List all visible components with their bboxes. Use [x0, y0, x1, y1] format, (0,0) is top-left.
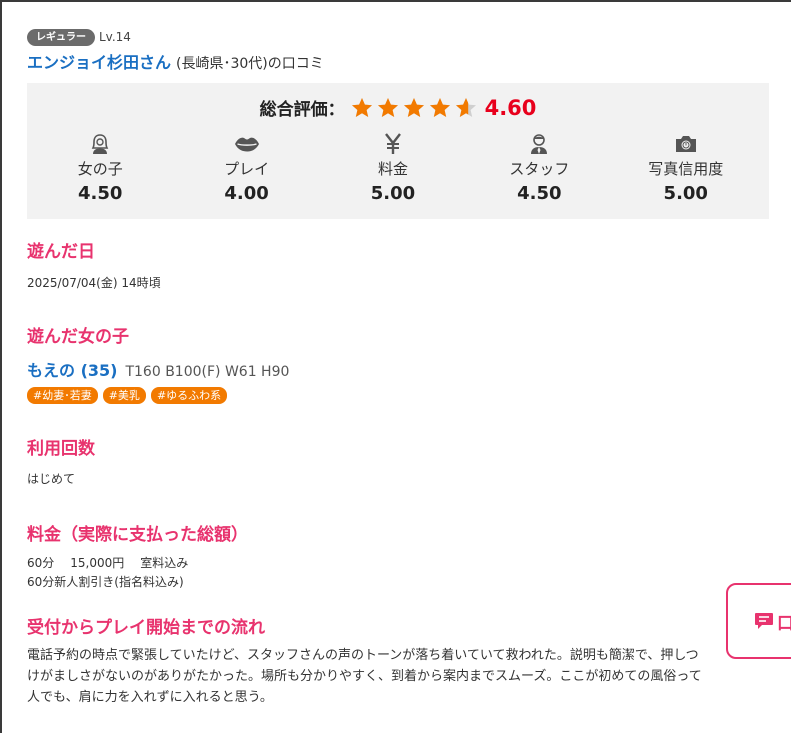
sub-rating-score: 5.00 [663, 183, 708, 204]
star-icon [403, 97, 424, 117]
write-review-float-button[interactable]: 口 [726, 583, 791, 659]
flow-text-line: けがましさがないのがありがたかった。場所も分かりやすく、到着から案内までスムーズ… [27, 669, 702, 684]
star-icon [377, 97, 398, 117]
price-detail: 60分 15,000円 室料込み [27, 554, 769, 573]
sub-rating-play: プレイ 4.00 [173, 133, 319, 204]
rank-badge: レギュラー [27, 28, 95, 46]
price-amount: 15,000円 [70, 556, 125, 570]
price-room: 室料込み [140, 556, 189, 570]
section-title: 遊んだ女の子 [27, 327, 129, 347]
flow-text-line: 電話予約の時点で緊張していたけど、スタッフさんの声のトーンが落ち着いていて救われ… [27, 648, 699, 663]
reviewer-line: エンジョイ杉田さん (長崎県･30代)の口コミ [27, 49, 769, 73]
sub-rating-label: プレイ [224, 160, 270, 178]
tag[interactable]: #美乳 [102, 387, 146, 404]
sub-rating-staff: スタッフ 4.50 [466, 133, 612, 204]
reviewer-meta: レギュラー Lv.14 [27, 28, 769, 46]
sub-rating-label: 料金 [377, 160, 408, 178]
girl-tags: #幼妻･若妻 #美乳 #ゆるふわ系 [27, 387, 769, 404]
girl-section: 遊んだ女の子 もえの (35) T160 B100(F) W61 H90 #幼妻… [27, 327, 769, 404]
price-note: 60分新人割引き(指名料込み) [27, 575, 184, 589]
section-title: 利用回数 [27, 439, 95, 459]
section-title: 受付からプレイ開始までの流れ [27, 618, 265, 638]
flow-text: 電話予約の時点で緊張していたけど、スタッフさんの声のトーンが落ち着いていて救われ… [27, 645, 769, 708]
girl-name-link[interactable]: もえの (35) [27, 357, 117, 381]
sub-rating-score: 4.50 [77, 183, 123, 204]
star-icon [429, 97, 450, 117]
sub-ratings: 女の子 4.50 プレイ 4.00 料金 5.00 スタッフ 4.50 写真信用… [27, 133, 769, 204]
sub-rating-label: 写真信用度 [648, 160, 724, 178]
visit-date-section: 遊んだ日 2025/07/04(金) 14時頃 [27, 242, 769, 293]
review-page: レギュラー Lv.14 エンジョイ杉田さん (長崎県･30代)の口コミ 総合評価… [0, 0, 791, 733]
comment-icon [755, 613, 773, 629]
sub-rating-girl: 女の子 4.50 [27, 133, 173, 204]
overall-score: 4.60 [484, 95, 537, 120]
star-rating [351, 97, 481, 119]
sub-rating-photo: 写真信用度 5.00 [613, 133, 759, 204]
reviewer-info: (長崎県･30代)の口コミ [176, 56, 324, 72]
camera-icon [613, 133, 759, 155]
usage-count: はじめて [27, 472, 76, 486]
girl-line: もえの (35) T160 B100(F) W61 H90 [27, 357, 769, 381]
overall-rating: 総合評価： 4.60 [27, 95, 769, 121]
sub-rating-score: 4.00 [224, 183, 269, 204]
staff-icon [466, 133, 612, 155]
flow-section: 受付からプレイ開始までの流れ 電話予約の時点で緊張していたけど、スタッフさんの声… [27, 618, 769, 708]
tag[interactable]: #ゆるふわ系 [150, 387, 228, 404]
star-icon [351, 97, 372, 117]
overall-label: 総合評価： [259, 100, 345, 120]
girl-icon [27, 133, 173, 155]
float-button-label: 口 [777, 609, 791, 634]
visit-date: 2025/07/04(金) 14時頃 [27, 276, 161, 290]
sub-rating-score: 4.50 [517, 183, 562, 204]
flow-text-line: 人でも、肩に力を入れずに入れると思う。 [27, 690, 273, 705]
price-duration: 60分 [27, 556, 55, 570]
sub-rating-price: 料金 5.00 [320, 133, 466, 204]
section-title: 料金（実際に支払った総額） [27, 525, 248, 545]
review-content: レギュラー Lv.14 エンジョイ杉田さん (長崎県･30代)の口コミ 総合評価… [27, 28, 769, 708]
price-section: 料金（実際に支払った総額） 60分 15,000円 室料込み 60分新人割引き(指名… [27, 525, 769, 592]
reviewer-name-link[interactable]: エンジョイ杉田さん [27, 49, 171, 73]
sub-rating-score: 5.00 [370, 183, 416, 204]
girl-stats: T160 B100(F) W61 H90 [125, 364, 290, 380]
reviewer-level: Lv.14 [99, 30, 131, 44]
usage-section: 利用回数 はじめて [27, 439, 769, 489]
tag[interactable]: #幼妻･若妻 [27, 387, 98, 404]
rating-box: 総合評価： 4.60 女の子 4.50 プレイ 4.00 料金 5.00 スタッ… [27, 83, 769, 219]
sub-rating-label: スタッフ [509, 160, 570, 178]
star-icon [455, 97, 476, 117]
section-title: 遊んだ日 [27, 242, 95, 262]
sub-rating-label: 女の子 [77, 160, 123, 178]
yen-icon [320, 133, 466, 155]
lips-icon [173, 133, 319, 155]
